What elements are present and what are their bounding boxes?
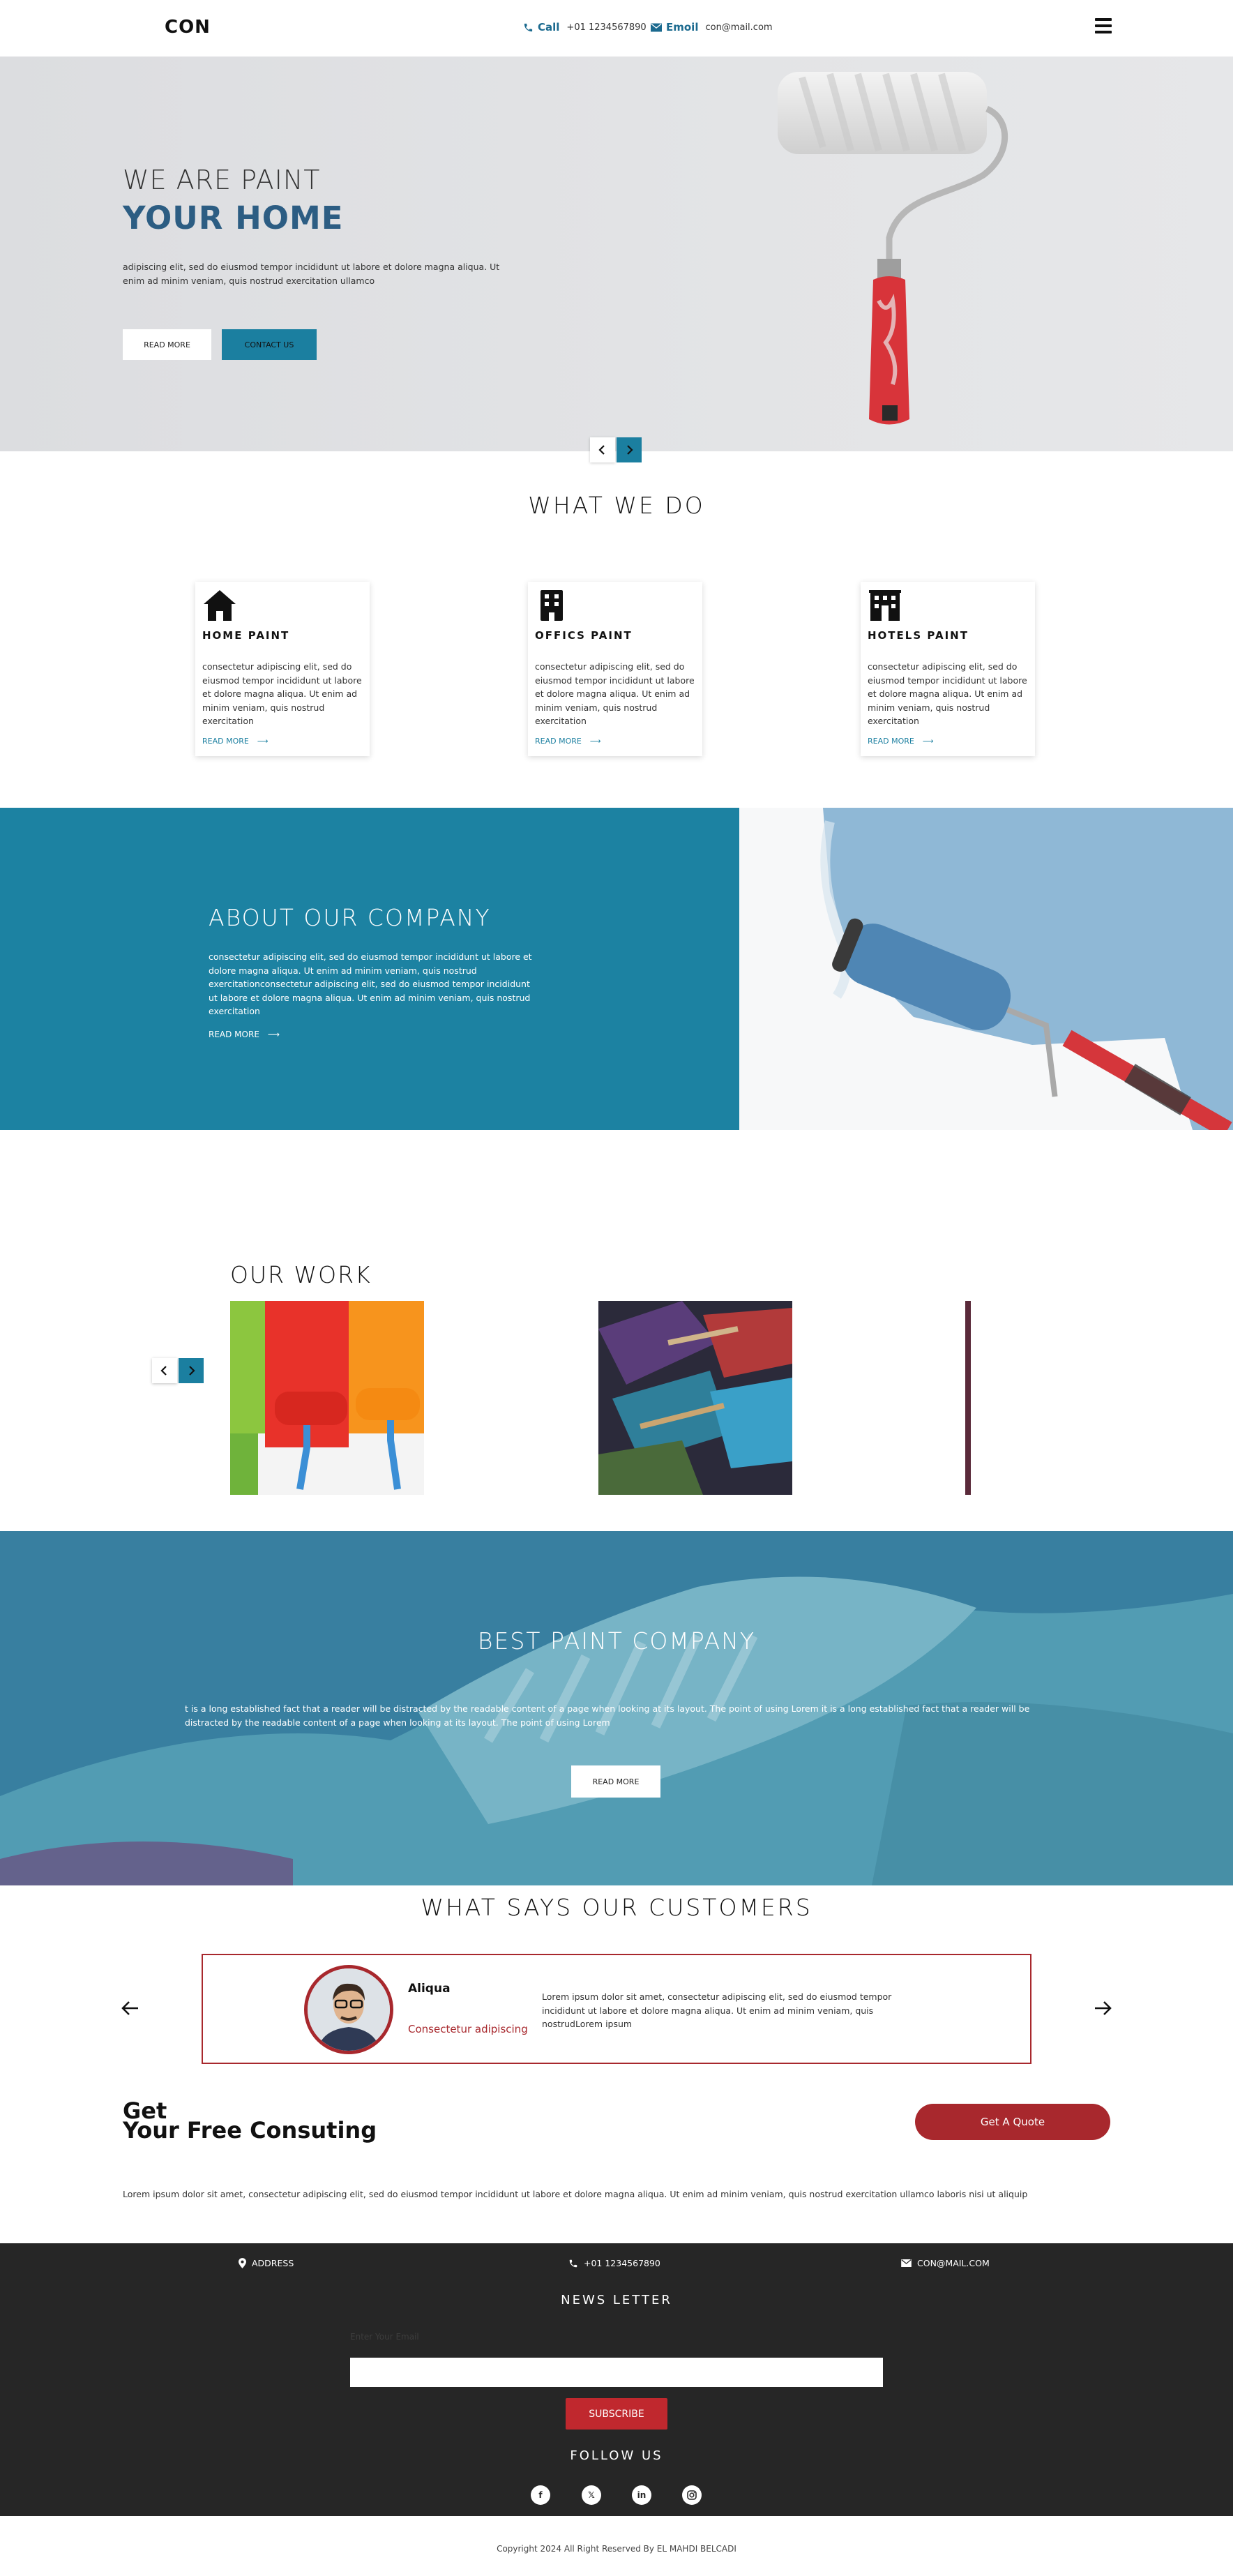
read-more-button[interactable]: READ MORE (123, 329, 211, 360)
about-section: ABOUT OUR COMPANY consectetur adipiscing… (0, 808, 739, 1130)
service-read-more-link[interactable]: READ MORE ⟶ (202, 737, 363, 746)
customer-name: Aliqua (408, 1982, 451, 1996)
what-we-do-title: WHAT WE DO (528, 492, 705, 519)
hero-prev-button[interactable] (590, 437, 615, 462)
chevron-left-icon (598, 445, 605, 455)
chevron-right-icon (189, 1366, 195, 1376)
best-paint-section: BEST PAINT COMPANY t is a long establish… (0, 1531, 1233, 1885)
chevron-right-icon (627, 445, 633, 455)
envelope-icon (901, 2259, 912, 2267)
newsletter-label: Enter Your Email (350, 2332, 419, 2342)
service-text: consectetur adipiscing elit, sed do eius… (202, 661, 362, 726)
consulting-title: Get Your Free Consuting (123, 2097, 377, 2144)
service-card-home: HOME PAINT consectetur adipiscing elit, … (195, 582, 370, 756)
work-image-brushes[interactable] (598, 1301, 792, 1495)
site-footer: ADDRESS +01 1234567890 CON@MAIL.COM NEWS… (0, 2243, 1233, 2516)
arrow-right-icon: ⟶ (257, 736, 269, 746)
service-card-office: OFFICS PAINT consectetur adipiscing elit… (528, 582, 702, 756)
work-image-partial[interactable] (965, 1301, 971, 1495)
service-card-hotel: HOTELS PAINT consectetur adipiscing elit… (861, 582, 1035, 756)
arrow-left-icon[interactable] (121, 1999, 139, 2017)
about-read-more-link[interactable]: READ MORE ⟶ (209, 1030, 280, 1039)
linkedin-icon[interactable]: in (632, 2485, 651, 2505)
email-label: Emoil (651, 21, 698, 33)
consulting-text: Lorem ipsum dolor sit amet, consectetur … (123, 2189, 1028, 2199)
service-read-more-link[interactable]: READ MORE ⟶ (868, 737, 1028, 746)
newsletter-email-input[interactable] (350, 2358, 883, 2387)
follow-us-title: FOLLOW US (570, 2448, 663, 2463)
arrow-right-icon: ⟶ (267, 1030, 280, 1039)
work-prev-button[interactable] (152, 1358, 177, 1383)
avatar (304, 1965, 393, 2054)
envelope-icon (651, 23, 662, 31)
call-contact[interactable]: Call +01 1234567890 (523, 21, 647, 33)
footer-email[interactable]: CON@MAIL.COM (901, 2258, 990, 2268)
about-text: consectetur adipiscing elit, sed do eius… (209, 951, 532, 1016)
newsletter-title: NEWS LETTER (561, 2293, 672, 2307)
service-title: HOTELS PAINT (868, 629, 969, 642)
hero-heading-line2: YOUR HOME (123, 199, 344, 236)
location-pin-icon (239, 2258, 246, 2268)
site-header: CON Call +01 1234567890 Emoil con@mail.c… (0, 0, 1233, 56)
customer-role: Consectetur adipiscing (408, 2023, 528, 2035)
facebook-icon[interactable]: f (531, 2485, 550, 2505)
hero-banner: WE ARE PAINT YOUR HOME adipiscing elit, … (0, 57, 1233, 451)
work-next-button[interactable] (179, 1358, 204, 1383)
blue-roller-image (739, 808, 1233, 1130)
chevron-left-icon (160, 1366, 167, 1376)
x-icon[interactable]: 𝕏 (582, 2485, 601, 2505)
service-title: HOME PAINT (202, 629, 290, 642)
get-a-quote-button[interactable]: Get A Quote (915, 2104, 1110, 2140)
service-text: consectetur adipiscing elit, sed do eius… (535, 661, 695, 726)
customers-title: WHAT SAYS OUR CUSTOMERS (421, 1894, 813, 1921)
footer-address[interactable]: ADDRESS (239, 2258, 294, 2268)
best-paint-title: BEST PAINT COMPANY (477, 1627, 756, 1655)
hero-text: adipiscing elit, sed do eiusmod tempor i… (123, 262, 500, 286)
arrow-right-icon: ⟶ (922, 736, 934, 746)
best-read-more-button[interactable]: READ MORE (571, 1765, 660, 1798)
best-paint-text: t is a long established fact that a read… (185, 1703, 1030, 1728)
our-work-title: OUR WORK (230, 1261, 372, 1288)
service-title: OFFICS PAINT (535, 629, 633, 642)
instagram-icon[interactable] (682, 2485, 702, 2505)
email-value: con@mail.com (705, 22, 773, 33)
hotel-icon (869, 590, 901, 621)
service-read-more-link[interactable]: READ MORE ⟶ (535, 737, 695, 746)
service-text: consectetur adipiscing elit, sed do eius… (868, 661, 1027, 726)
contact-us-button[interactable]: CONTACT US (222, 329, 317, 360)
about-title: ABOUT OUR COMPANY (209, 904, 491, 931)
menu-icon[interactable] (1095, 18, 1112, 33)
copyright-text: Copyright 2024 All Right Reserved By EL … (497, 2544, 736, 2554)
arrow-right-icon: ⟶ (589, 736, 601, 746)
home-icon (204, 590, 236, 621)
subscribe-button[interactable]: SUBSCRIBE (566, 2398, 667, 2430)
building-icon (541, 590, 563, 621)
email-contact[interactable]: Emoil con@mail.com (651, 21, 773, 33)
phone-icon (524, 23, 533, 31)
customer-quote: Lorem ipsum dolor sit amet, consectetur … (542, 1991, 892, 2029)
work-image-rollers[interactable] (230, 1301, 424, 1495)
testimonial-card: Aliqua Consectetur adipiscing Lorem ipsu… (202, 1954, 1031, 2064)
call-value: +01 1234567890 (566, 22, 647, 33)
hero-heading-line1: WE ARE PAINT (123, 165, 321, 195)
arrow-right-icon[interactable] (1094, 1999, 1112, 2017)
paint-roller-image (778, 72, 1008, 425)
footer-phone[interactable]: +01 1234567890 (568, 2258, 660, 2268)
phone-icon (569, 2259, 577, 2267)
hero-next-button[interactable] (617, 437, 642, 462)
logo[interactable]: CON (165, 17, 211, 38)
call-label: Call (523, 21, 559, 33)
